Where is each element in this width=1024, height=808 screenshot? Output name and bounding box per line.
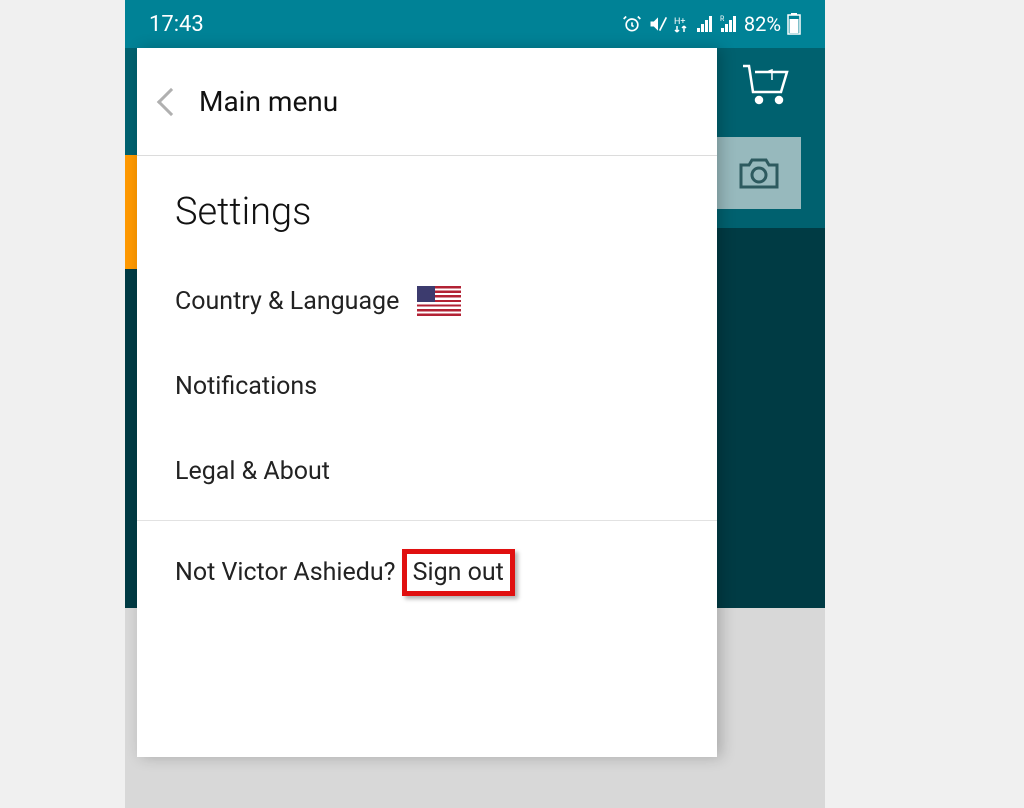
signout-row: Not Victor Ashiedu? Sign out [137, 521, 717, 624]
signal-2-icon: R [720, 15, 738, 33]
menu-item-country-language[interactable]: Country & Language [137, 258, 717, 344]
menu-item-notifications[interactable]: Notifications [137, 344, 717, 429]
signal-1-icon [696, 15, 714, 33]
mute-icon [648, 14, 668, 34]
status-bar: 17:43 H+ R 82% [125, 0, 825, 48]
svg-text:R: R [720, 15, 725, 23]
svg-text:1: 1 [767, 65, 776, 84]
us-flag-icon [417, 286, 461, 316]
battery-percent: 82% [744, 12, 781, 36]
menu-item-legal-about[interactable]: Legal & About [137, 429, 717, 514]
settings-heading: Settings [137, 156, 717, 258]
network-type-icon: H+ [674, 14, 690, 34]
alarm-icon [622, 14, 642, 34]
camera-icon [737, 155, 781, 191]
svg-text:H+: H+ [674, 17, 686, 27]
battery-icon [787, 13, 801, 35]
signout-link[interactable]: Sign out [402, 549, 515, 596]
signout-prefix: Not Victor Ashiedu? [175, 558, 402, 587]
menu-item-label: Country & Language [175, 287, 399, 316]
menu-item-label: Legal & About [175, 457, 330, 486]
camera-search-button[interactable] [717, 137, 801, 209]
orange-accent [125, 155, 137, 269]
phone-screen: 17:43 H+ R 82% 1 [125, 0, 825, 757]
drawer-back-label: Main menu [199, 85, 338, 118]
cart-icon[interactable]: 1 [739, 60, 793, 106]
chevron-left-icon [157, 87, 185, 115]
status-time: 17:43 [149, 12, 204, 37]
menu-item-label: Notifications [175, 372, 317, 401]
navigation-drawer: Main menu Settings Country & Language No… [137, 48, 717, 757]
status-icons: H+ R 82% [622, 12, 801, 36]
drawer-back-row[interactable]: Main menu [137, 48, 717, 156]
